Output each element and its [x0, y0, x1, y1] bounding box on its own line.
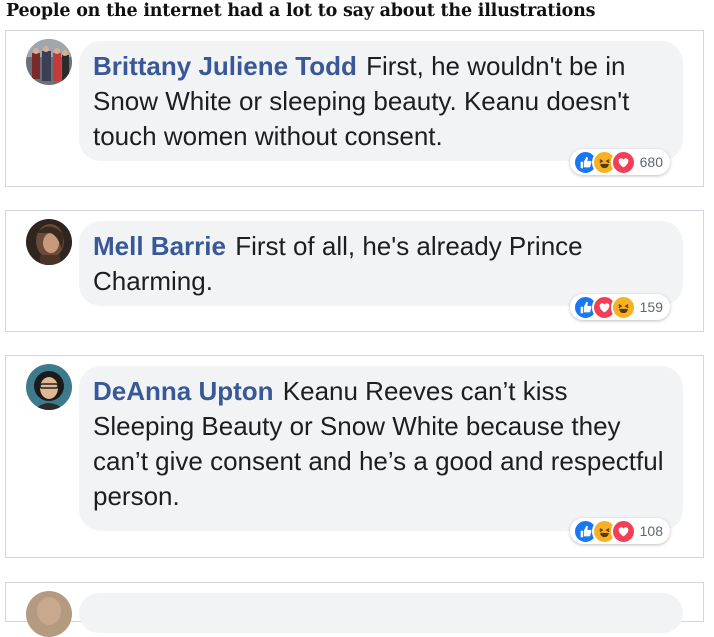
comment-card: DeAnna Upton Keanu Reeves can’t kiss Sle…	[5, 355, 704, 558]
reactions-summary[interactable]: 108	[569, 518, 670, 544]
comment-bubble: DeAnna Upton Keanu Reeves can’t kiss Sle…	[79, 366, 683, 531]
love-icon	[610, 149, 636, 175]
comment-card	[5, 582, 704, 637]
avatar[interactable]	[26, 591, 72, 637]
comment-author[interactable]: Mell Barrie	[93, 231, 226, 261]
comment-author[interactable]: DeAnna Upton	[93, 376, 274, 406]
haha-icon	[610, 294, 636, 320]
avatar[interactable]	[26, 364, 72, 410]
comment-bubble: Brittany Juliene Todd First, he wouldn't…	[79, 41, 683, 161]
comment-card: Brittany Juliene Todd First, he wouldn't…	[5, 30, 704, 187]
comment-author[interactable]: Brittany Juliene Todd	[93, 51, 357, 81]
page-heading: People on the internet had a lot to say …	[6, 1, 596, 21]
comment-card: Mell Barrie First of all, he's already P…	[5, 210, 704, 332]
reaction-count: 680	[639, 154, 663, 170]
love-icon	[610, 518, 636, 544]
reaction-count: 108	[639, 523, 663, 539]
reaction-count: 159	[639, 299, 663, 315]
reactions-summary[interactable]: 680	[569, 149, 670, 175]
comment-bubble	[79, 593, 683, 633]
avatar[interactable]	[26, 219, 72, 265]
reactions-summary[interactable]: 159	[569, 294, 670, 320]
avatar[interactable]	[26, 39, 72, 85]
